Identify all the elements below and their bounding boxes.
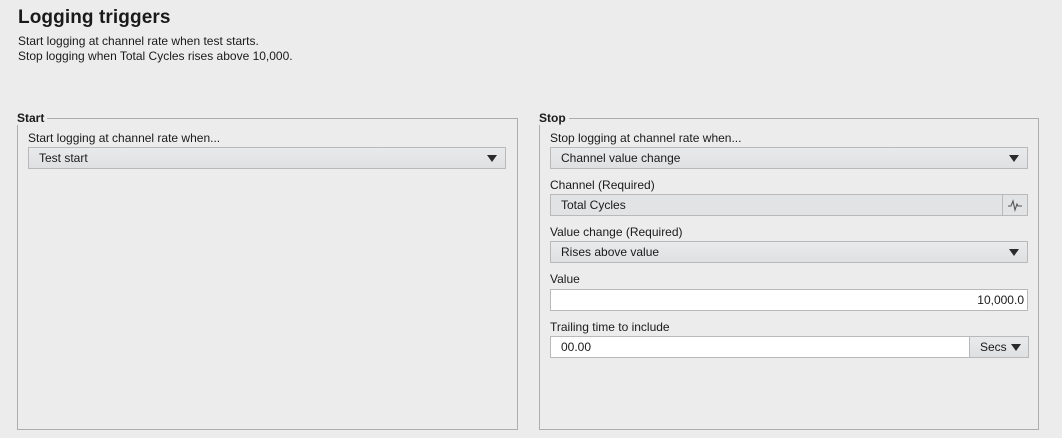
start-condition-label: Start logging at channel rate when... [28, 131, 221, 145]
chevron-down-icon [1009, 249, 1019, 256]
start-group-label: Start [16, 111, 48, 125]
channel-value: Total Cycles [561, 198, 626, 212]
trailing-time-unit-value: Secs [980, 340, 1007, 354]
start-condition-dropdown[interactable]: Test start [28, 147, 506, 169]
chevron-down-icon [1011, 344, 1021, 351]
trailing-time-label: Trailing time to include [550, 320, 670, 334]
channel-field[interactable]: Total Cycles [550, 194, 1003, 216]
chevron-down-icon [487, 155, 497, 162]
channel-picker-button[interactable] [1002, 194, 1028, 216]
start-condition-value: Test start [39, 151, 88, 165]
stop-group-label: Stop [538, 111, 569, 125]
summary-start-text: Start logging at channel rate when test … [18, 34, 259, 48]
stop-condition-dropdown[interactable]: Channel value change [550, 147, 1028, 169]
stop-condition-value: Channel value change [561, 151, 681, 165]
waveform-icon [1008, 199, 1022, 212]
chevron-down-icon [1009, 155, 1019, 162]
logging-triggers-page: Logging triggers Start logging at channe… [0, 0, 1062, 438]
value-input[interactable]: 10,000.0 [550, 289, 1028, 311]
trailing-time-input[interactable]: 00.00 [550, 336, 970, 358]
stop-group: Stop Stop logging at channel rate when..… [538, 111, 1039, 430]
start-group: Start Start logging at channel rate when… [16, 111, 518, 430]
summary-stop-text: Stop logging when Total Cycles rises abo… [18, 49, 293, 63]
value-change-value: Rises above value [561, 245, 660, 259]
page-title: Logging triggers [18, 7, 171, 28]
trigger-summary: Start logging at channel rate when test … [18, 34, 293, 64]
value-label: Value [550, 272, 580, 286]
trailing-time-unit-dropdown[interactable]: Secs [969, 336, 1029, 358]
stop-condition-label: Stop logging at channel rate when... [550, 131, 742, 145]
value-change-dropdown[interactable]: Rises above value [550, 241, 1028, 263]
value-change-label: Value change (Required) [550, 225, 683, 239]
channel-label: Channel (Required) [550, 178, 655, 192]
